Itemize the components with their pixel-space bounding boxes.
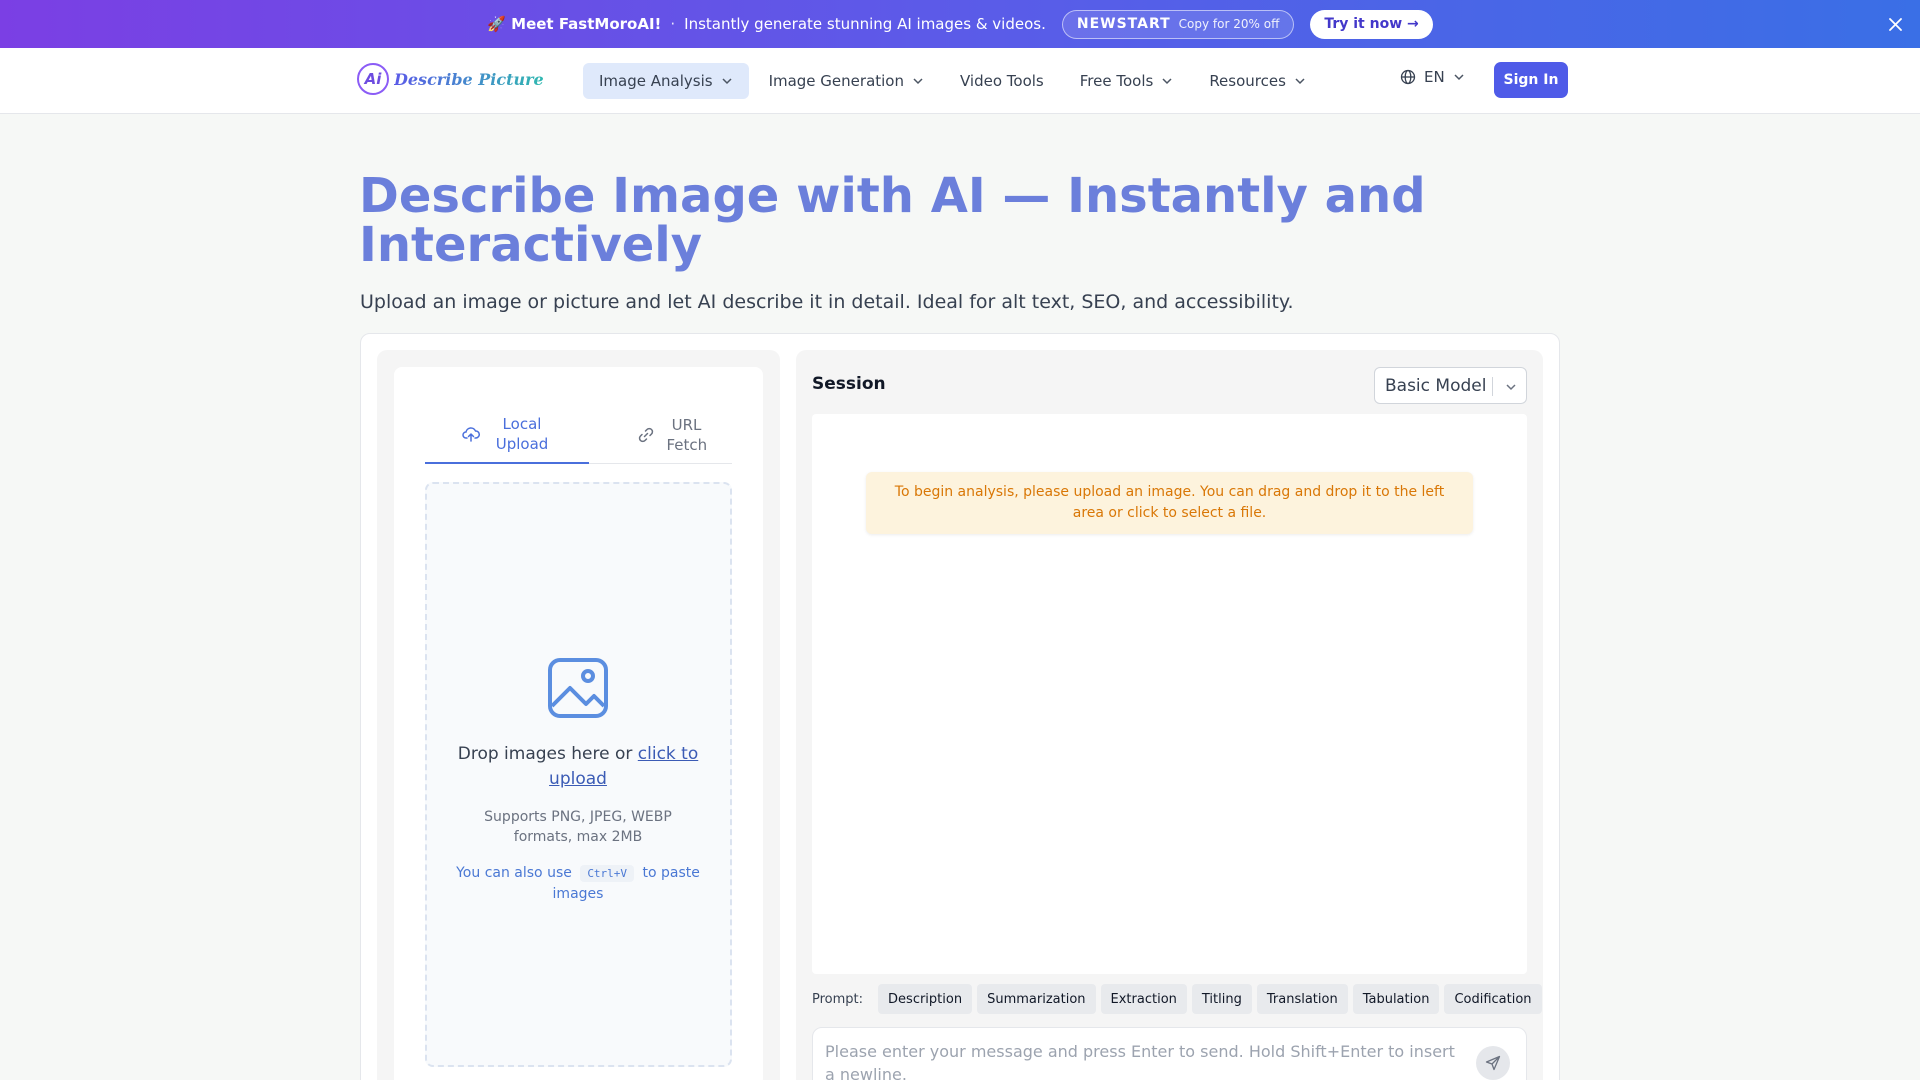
prompt-label: Prompt:: [812, 991, 864, 1007]
promo-lead: 🚀 Meet FastMoroAI!: [487, 15, 662, 33]
promo-code: NEWSTART: [1076, 16, 1171, 32]
select-divider: [1492, 377, 1493, 396]
model-select[interactable]: Basic Model: [1374, 367, 1527, 404]
message-composer: [812, 1027, 1527, 1080]
logo-mark: Ai: [357, 63, 389, 95]
tab-url-fetch[interactable]: URL Fetch: [611, 405, 732, 464]
menu-image-generation[interactable]: Image Generation: [753, 63, 940, 99]
paste-hint: You can also use Ctrl+V to paste images: [452, 863, 704, 904]
prompt-chip-translation[interactable]: Translation: [1256, 984, 1348, 1014]
promo-separator: ·: [670, 15, 676, 33]
drop-text: Drop images here or: [457, 744, 633, 764]
model-select-value: Basic Model: [1385, 375, 1487, 396]
logo-text: Describe Picture: [394, 69, 544, 89]
session-title: Session: [812, 374, 886, 394]
prompt-presets: Prompt: Description Summarization Extrac…: [812, 984, 1542, 1014]
menu-label: Image Generation: [768, 72, 904, 90]
chevron-down-icon: [1295, 78, 1305, 85]
tab-label: Local Upload: [495, 414, 549, 453]
menu-label: Image Analysis: [599, 72, 713, 90]
send-button[interactable]: [1476, 1046, 1510, 1080]
chevron-down-icon: [722, 78, 732, 85]
prompt-chip-codification[interactable]: Codification: [1444, 984, 1542, 1014]
send-icon: [1485, 1055, 1501, 1071]
close-icon: [1888, 17, 1902, 31]
globe-icon: [1400, 69, 1416, 85]
main-menu: Image Analysis Image Generation Video To…: [583, 63, 1322, 99]
tab-local-upload[interactable]: Local Upload: [425, 405, 589, 464]
link-icon: [638, 427, 653, 442]
dropzone-instruction: Drop images here or click to upload: [452, 742, 704, 792]
chevron-down-icon: [1506, 384, 1516, 391]
prompt-chip-extraction[interactable]: Extraction: [1100, 984, 1187, 1014]
menu-video-tools[interactable]: Video Tools: [944, 63, 1060, 99]
tab-label: URL Fetch: [666, 415, 708, 454]
promo-text: Instantly generate stunning AI images & …: [684, 15, 1046, 33]
chevron-down-icon: [1162, 78, 1172, 85]
supported-formats: Supports PNG, JPEG, WEBP formats, max 2M…: [484, 809, 672, 845]
promo-banner: 🚀 Meet FastMoroAI! · Instantly generate …: [0, 0, 1920, 48]
menu-free-tools[interactable]: Free Tools: [1064, 63, 1190, 99]
chevron-down-icon: [1454, 74, 1464, 81]
promo-code-hint: Copy for 20% off: [1178, 17, 1280, 31]
logo[interactable]: Ai Describe Picture: [357, 63, 544, 95]
prompt-chip-tabulation[interactable]: Tabulation: [1352, 984, 1440, 1014]
paste-prefix: You can also use: [456, 865, 572, 881]
close-banner-button[interactable]: [1884, 13, 1906, 35]
menu-label: Free Tools: [1079, 72, 1154, 90]
menu-label: Resources: [1209, 72, 1286, 90]
language-selector[interactable]: EN: [1400, 68, 1465, 86]
prompt-chip-summarization[interactable]: Summarization: [977, 984, 1096, 1014]
upload-tabs: Local Upload URL Fetch: [425, 405, 732, 464]
menu-label: Video Tools: [960, 72, 1044, 90]
message-input[interactable]: [825, 1040, 1465, 1080]
menu-resources[interactable]: Resources: [1193, 63, 1322, 99]
sign-in-button[interactable]: Sign In: [1494, 62, 1568, 98]
paste-shortcut: Ctrl+V: [580, 865, 635, 882]
upload-notice: To begin analysis, please upload an imag…: [866, 472, 1473, 534]
try-it-now-button[interactable]: Try it now →: [1310, 9, 1433, 39]
page-subtitle: Upload an image or picture and let AI de…: [360, 291, 1294, 313]
image-icon: [548, 658, 608, 718]
menu-image-analysis[interactable]: Image Analysis: [583, 63, 749, 99]
cloud-upload-icon: [462, 426, 480, 442]
promo-code-button[interactable]: NEWSTART Copy for 20% off: [1061, 9, 1295, 39]
language-label: EN: [1424, 68, 1445, 86]
prompt-chip-description[interactable]: Description: [878, 984, 973, 1014]
page-title: Describe Image with AI — Instantly and I…: [359, 168, 1426, 273]
chevron-down-icon: [913, 78, 923, 85]
prompt-chip-titling[interactable]: Titling: [1191, 984, 1252, 1014]
